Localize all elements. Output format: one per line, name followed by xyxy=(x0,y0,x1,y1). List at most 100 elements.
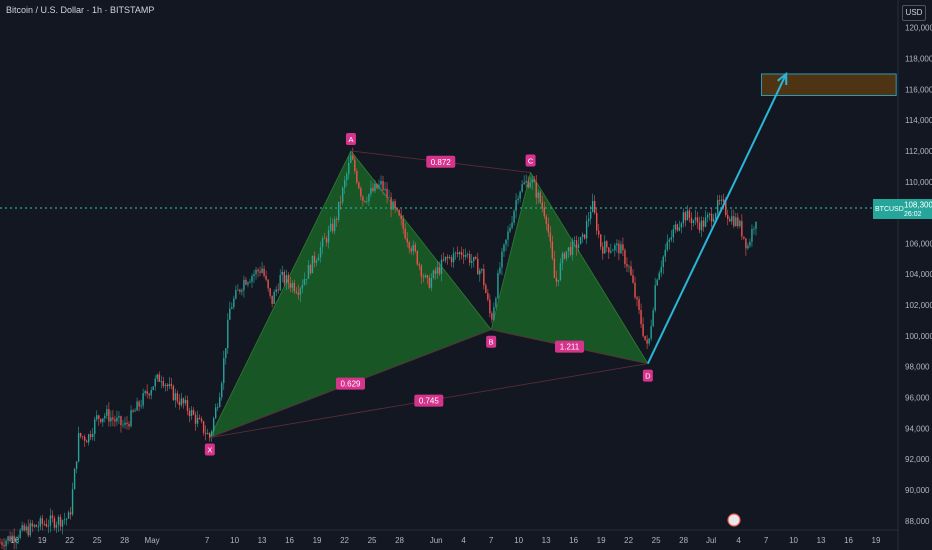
candle-body xyxy=(158,374,160,382)
candle-body xyxy=(662,256,664,268)
ratio-label: 0.872 xyxy=(431,158,452,167)
candle-body xyxy=(267,279,269,289)
candle-body xyxy=(354,159,356,172)
candle-body xyxy=(561,253,564,264)
candle-body xyxy=(692,220,695,224)
y-tick-label: 100,000 xyxy=(905,332,932,341)
candle-body xyxy=(132,410,134,412)
candle-body xyxy=(339,201,342,203)
candle-body xyxy=(456,252,459,255)
candle-body xyxy=(537,192,539,198)
candle-body xyxy=(344,180,346,188)
pattern-point-label: C xyxy=(528,157,534,166)
candle-body xyxy=(358,182,360,189)
candle-body xyxy=(317,257,320,261)
candle-body xyxy=(505,239,507,245)
candle-body xyxy=(206,433,209,435)
currency-button[interactable]: USD xyxy=(902,5,926,21)
candle-body xyxy=(297,292,300,295)
candle-body xyxy=(362,196,364,201)
candle-body xyxy=(152,386,154,391)
candle-body xyxy=(674,224,677,230)
candle-body xyxy=(374,183,376,192)
candle-body xyxy=(517,198,519,201)
candle-body xyxy=(400,215,402,220)
candle-body xyxy=(598,230,600,235)
candle-body xyxy=(418,264,421,266)
price-tag-value: 108,300 xyxy=(904,200,932,209)
candle-body xyxy=(735,217,737,227)
candle-body xyxy=(632,275,634,283)
candle-body xyxy=(432,270,435,279)
candle-body xyxy=(0,542,1,544)
candle-body xyxy=(458,252,461,255)
candle-body xyxy=(448,257,451,259)
candle-body xyxy=(616,243,618,246)
candle-body xyxy=(745,238,747,249)
x-tick-label: 16 xyxy=(844,536,853,545)
candle-body xyxy=(321,238,324,248)
candle-body xyxy=(422,276,425,278)
candle-body xyxy=(309,265,312,274)
candle-body xyxy=(259,271,261,273)
candle-body xyxy=(194,414,197,424)
candle-body xyxy=(118,416,120,418)
candle-body xyxy=(509,227,511,232)
candle-body xyxy=(370,187,372,195)
candle-body xyxy=(747,245,749,249)
candle-body xyxy=(104,415,106,419)
candle-body xyxy=(579,236,582,245)
candle-body xyxy=(241,290,243,292)
x-tick-label: 28 xyxy=(120,536,129,545)
candle-body xyxy=(217,406,219,408)
candle-body xyxy=(202,421,205,433)
candle-body xyxy=(174,393,177,401)
candle-body xyxy=(233,298,235,308)
candle-body xyxy=(606,241,608,248)
candle-body xyxy=(126,422,128,424)
candle-body xyxy=(59,516,62,527)
candle-body xyxy=(670,237,673,240)
x-tick-label: May xyxy=(145,536,160,545)
candle-body xyxy=(63,519,66,521)
candle-body xyxy=(229,308,231,320)
candle-body xyxy=(460,252,463,256)
candle-body xyxy=(466,254,469,255)
candle-body xyxy=(182,398,185,404)
candle-body xyxy=(71,489,74,515)
candle-body xyxy=(69,512,72,515)
candle-body xyxy=(642,324,644,336)
candle-body xyxy=(688,210,691,218)
y-tick-label: 98,000 xyxy=(905,363,930,372)
candle-body xyxy=(650,326,652,339)
candle-body xyxy=(573,240,576,242)
projection-arrow-line xyxy=(646,73,788,365)
candle-body xyxy=(25,526,27,531)
ratio-label: 0.629 xyxy=(340,380,361,389)
candle-body xyxy=(7,536,9,541)
chart-canvas[interactable]: 120,000 118,000 116,000 114,000 112,000 110,0… xyxy=(0,0,932,550)
price-tag-symbol: BTCUSD xyxy=(875,206,904,213)
candle-body xyxy=(255,269,257,275)
candle-body xyxy=(247,282,249,285)
y-tick-label: 118,000 xyxy=(905,55,932,64)
candle-body xyxy=(646,339,648,344)
x-tick-label: Jul xyxy=(706,536,716,545)
candle-body xyxy=(608,247,610,253)
candle-body xyxy=(630,266,632,276)
candle-body xyxy=(140,405,142,407)
candle-body xyxy=(733,216,735,227)
x-tick-label: 7 xyxy=(764,536,769,545)
candle-body xyxy=(11,535,13,542)
candle-body xyxy=(654,285,656,311)
pattern-point-label: B xyxy=(489,338,494,347)
candle-body xyxy=(398,209,400,216)
candle-body xyxy=(583,234,586,239)
candle-body xyxy=(156,374,158,379)
candle-body xyxy=(55,524,58,528)
x-tick-label: 25 xyxy=(368,536,377,545)
candle-body xyxy=(513,210,515,223)
candle-body xyxy=(186,400,189,411)
x-tick-label: 4 xyxy=(736,536,741,545)
candle-body xyxy=(471,261,473,263)
